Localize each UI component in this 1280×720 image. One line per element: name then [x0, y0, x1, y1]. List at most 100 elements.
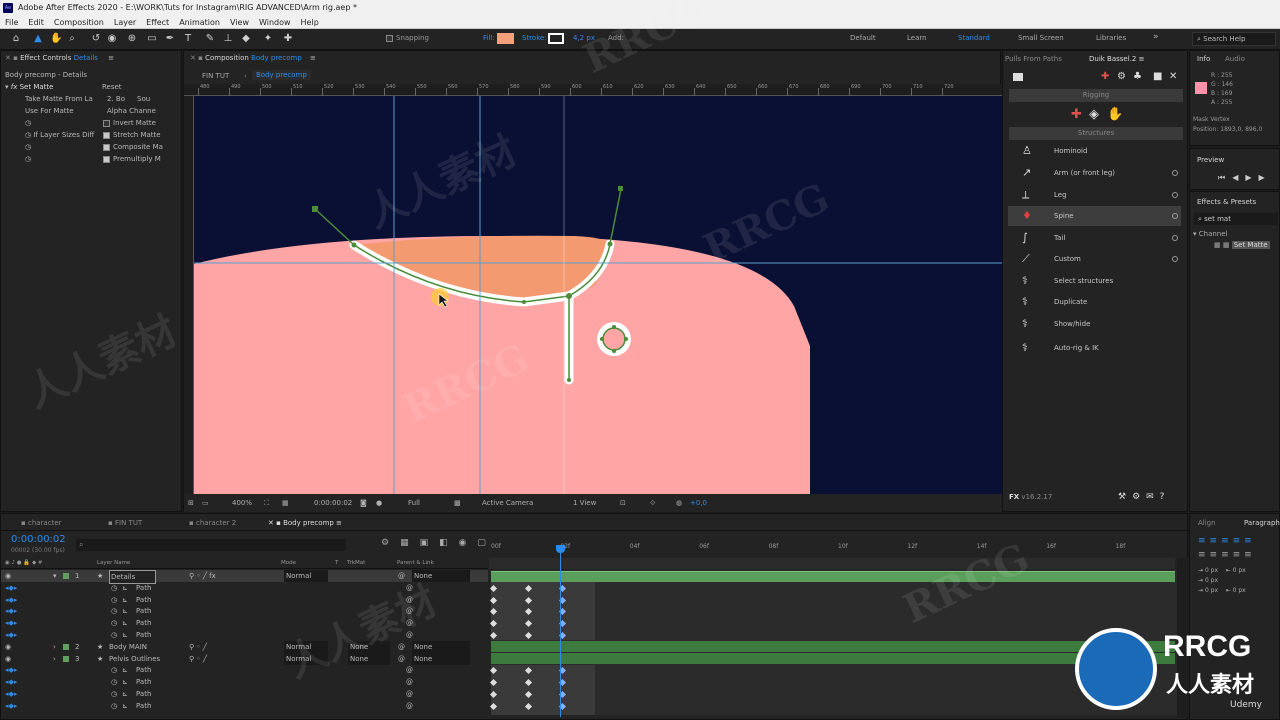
menu-effect[interactable]: Effect — [146, 16, 169, 28]
vertex-point[interactable] — [612, 349, 616, 353]
toggle-pixel-icon[interactable]: ⊡ — [620, 494, 626, 512]
trkmat-select[interactable]: None — [348, 640, 390, 653]
trkmat-select[interactable]: None — [348, 652, 390, 665]
audio-tab[interactable]: Audio — [1225, 55, 1245, 63]
label-color[interactable] — [63, 573, 69, 579]
playhead-handle[interactable] — [556, 545, 565, 553]
roto-brush-tool-icon[interactable]: ✦ — [262, 33, 274, 45]
camera-snapshot-icon[interactable]: ◙ — [360, 494, 367, 512]
structure-leg[interactable]: ⟂ Leg — [1008, 185, 1181, 205]
paragraph-indent-values[interactable]: ⇥ 0 px ⇤ 0 px ⇥ 0 px ⇥ 0 px ⇤ 0 px — [1198, 566, 1246, 596]
preview-controls-icons[interactable]: ⏮◀▶▶ — [1218, 173, 1272, 183]
comp-breadcrumb-fin-tut[interactable]: FIN TUT — [202, 72, 229, 80]
stopwatch-icon[interactable]: ◷ — [25, 119, 31, 127]
pick-whip-icon[interactable]: @ — [406, 664, 413, 676]
workspace-libraries[interactable]: Libraries — [1096, 34, 1126, 42]
rigging-hand-icon[interactable]: ✋ — [1107, 107, 1123, 122]
workspace-learn[interactable]: Learn — [907, 34, 927, 42]
pen-tool-icon[interactable]: ✒ — [164, 33, 176, 45]
mode-select[interactable]: Normal — [284, 652, 328, 665]
ruler-top[interactable]: 480 490 500 510 520 530 540 550 560 570 580 590 600 6… — [184, 84, 1002, 96]
structure-spine[interactable]: ♦ Spine — [1008, 206, 1181, 226]
paragraph-tab[interactable]: Paragraph — [1244, 519, 1280, 527]
effect-set-matte-header[interactable]: ▾ fx Set Matte — [5, 83, 53, 91]
property-row[interactable]: ◂◆▸ ◷ ⊾ Path @ — [1, 688, 488, 700]
keyframe-nav-icon[interactable]: ◂◆▸ — [5, 629, 17, 641]
stopwatch-icon[interactable]: ◷ — [111, 582, 117, 594]
property-row[interactable]: ◂◆▸ ◷ ⊾ Path @ — [1, 676, 488, 688]
graph-icon[interactable]: ⊾ — [122, 629, 128, 641]
fit-icon[interactable]: ⛶ — [264, 494, 269, 512]
duik-footer-icons[interactable]: ⚒⚙✉? — [1118, 492, 1170, 502]
selection-tool-icon[interactable]: ▲ — [32, 33, 44, 45]
mode-select[interactable]: Normal — [284, 640, 328, 653]
timeline-switch-icons[interactable]: ⚙▦▣◧◉▢ — [381, 538, 497, 548]
graph-icon[interactable]: ⊾ — [122, 617, 128, 629]
pick-whip-icon[interactable]: @ — [406, 700, 413, 712]
composite-matte-checkbox[interactable]: Composite Ma — [103, 143, 163, 151]
links-tab-icon[interactable]: ⚙ — [1117, 71, 1126, 82]
pan-behind-tool-icon[interactable]: ⊕ — [126, 33, 138, 45]
menu-view[interactable]: View — [230, 16, 249, 28]
stopwatch-icon[interactable]: ◷ — [111, 700, 117, 712]
layer-switches[interactable]: ⚲ ◦ ╱ — [189, 641, 207, 653]
option-dot[interactable] — [1172, 213, 1178, 219]
work-area-bar[interactable] — [489, 558, 1175, 569]
timeline-tab-fin-tut[interactable]: ▪ FIN TUT — [108, 519, 142, 527]
reset-exposure-icon[interactable]: ◍ — [676, 494, 682, 512]
vertex-handle[interactable] — [618, 186, 623, 191]
take-matte-layer-select[interactable]: 2. Bo — [107, 95, 125, 103]
resolution-select[interactable]: Full — [408, 494, 420, 512]
pick-whip-icon[interactable]: @ — [406, 605, 413, 617]
preview-tab[interactable]: Preview — [1197, 156, 1224, 164]
workspace-standard[interactable]: Standard — [958, 34, 990, 42]
parent-pick-whip-icon[interactable]: @ — [398, 653, 405, 665]
menu-animation[interactable]: Animation — [179, 16, 220, 28]
structure-arm[interactable]: ↗ Arm (or front leg) — [1008, 163, 1181, 183]
stopwatch-icon[interactable]: ◷ — [111, 617, 117, 629]
parent-pick-whip-icon[interactable]: @ — [398, 641, 405, 653]
puppet-tool-icon[interactable]: ✚ — [282, 33, 294, 45]
menu-help[interactable]: Help — [301, 16, 319, 28]
vertex-point[interactable] — [612, 325, 616, 329]
property-row[interactable]: ◂◆▸ ◷ ⊾ Path @ — [1, 617, 488, 629]
workspace-small-screen[interactable]: Small Screen — [1018, 34, 1064, 42]
workspace-default[interactable]: Default — [850, 34, 876, 42]
layer-name[interactable]: Pelvis Outlines — [109, 653, 160, 665]
hand-tool-icon[interactable]: ✋ — [50, 33, 62, 45]
track-bar-details[interactable] — [491, 571, 1175, 582]
vertex-point[interactable] — [351, 242, 357, 248]
circle-shape[interactable] — [602, 327, 626, 351]
timeline-tab-character-2[interactable]: ▪ character 2 — [189, 519, 236, 527]
use-for-matte-select[interactable]: Alpha Channe — [107, 107, 156, 115]
ruler-left[interactable] — [184, 96, 194, 494]
vertex-point[interactable] — [567, 378, 571, 382]
pick-whip-icon[interactable]: @ — [406, 617, 413, 629]
select-structures[interactable]: ⚕ Select structures — [1008, 271, 1181, 291]
label-color[interactable] — [63, 643, 69, 650]
visibility-icon[interactable]: ◉ — [5, 653, 11, 665]
expand-icon[interactable]: › — [53, 641, 56, 653]
property-row[interactable]: ◂◆▸ ◷ ⊾ Path @ — [1, 629, 488, 641]
timeline-tab-body-precomp[interactable]: ✕ ▪ Body precomp ≡ — [268, 519, 342, 527]
layer-row[interactable]: ◉ › 2 ★ Body MAIN ⚲ ◦ ╱ Normal None @ None — [1, 640, 488, 653]
visibility-icon[interactable]: ◉ — [5, 641, 11, 653]
timeline-tracks[interactable] — [489, 570, 1177, 715]
viewer-timecode[interactable]: 0:00:00:02 — [314, 494, 352, 512]
column-mode[interactable]: Mode — [281, 558, 296, 569]
effects-search-input[interactable]: ⌕ set mat — [1194, 213, 1278, 225]
zoom-tool-icon[interactable]: ⌕ — [66, 33, 78, 45]
stopwatch-icon[interactable]: ◷ — [111, 664, 117, 676]
workspace-overflow-icon[interactable]: » — [1153, 32, 1159, 42]
timeline-timecode[interactable]: 0:00:00:02 — [11, 534, 66, 545]
io-tab-icon[interactable]: ✕ — [1169, 71, 1177, 82]
camera-tab-icon[interactable]: ■ — [1153, 71, 1162, 82]
stroke-swatch[interactable] — [548, 33, 564, 44]
column-trkmat[interactable]: TrkMat — [347, 558, 365, 569]
menu-layer[interactable]: Layer — [114, 16, 136, 28]
show-channel-icon[interactable]: ● — [376, 494, 382, 512]
paragraph-align-icons[interactable]: ≡≡≡≡≡ — [1198, 536, 1256, 546]
snapping-toggle[interactable]: Snapping — [386, 34, 429, 42]
comp-breadcrumb-body-precomp[interactable]: Body precomp — [252, 70, 311, 80]
mode-select[interactable]: Normal — [284, 570, 328, 582]
